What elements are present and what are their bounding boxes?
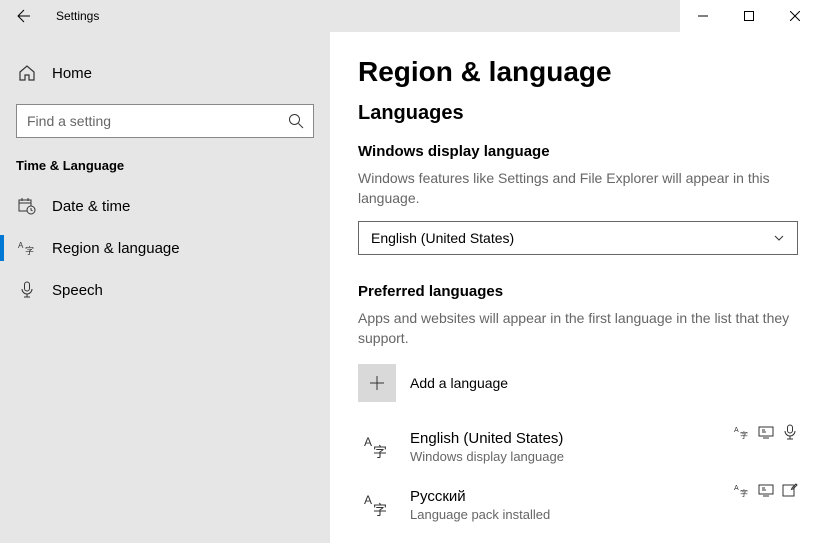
svg-text:字: 字 <box>25 245 34 256</box>
language-name: Русский <box>410 488 550 505</box>
speech-badge-icon <box>782 424 798 440</box>
maximize-button[interactable] <box>726 0 772 32</box>
calendar-clock-icon <box>16 197 38 215</box>
display-language-dropdown[interactable]: English (United States) <box>358 221 798 255</box>
svg-text:A: A <box>364 435 372 449</box>
display-language-title: Windows display language <box>358 143 790 160</box>
search-icon <box>288 113 304 129</box>
add-language-label: Add a language <box>410 375 508 391</box>
microphone-icon <box>16 281 38 299</box>
language-pack-badge-icon <box>758 482 774 498</box>
display-language-badge-icon: A字 <box>734 482 750 498</box>
svg-text:字: 字 <box>740 430 748 440</box>
handwriting-badge-icon <box>782 482 798 498</box>
window-controls <box>680 0 818 32</box>
display-language-badge-icon: A字 <box>734 424 750 440</box>
search-wrap <box>16 104 314 138</box>
home-icon <box>16 64 38 82</box>
svg-text:字: 字 <box>373 444 387 460</box>
search-input[interactable] <box>16 104 314 138</box>
add-language-button[interactable]: Add a language <box>358 364 790 402</box>
window-title: Settings <box>56 9 99 23</box>
display-language-desc: Windows features like Settings and File … <box>358 168 790 209</box>
arrow-left-icon <box>16 8 32 24</box>
sidebar-item-region-language[interactable]: A字 Region & language <box>0 227 330 269</box>
minimize-icon <box>698 11 708 21</box>
sidebar-item-date-time[interactable]: Date & time <box>0 185 330 227</box>
page-title: Region & language <box>358 56 790 88</box>
svg-text:A: A <box>18 241 24 250</box>
svg-text:字: 字 <box>373 502 387 518</box>
sidebar: Home Time & Language Date & time A字 Regi… <box>0 32 330 543</box>
sidebar-item-label: Speech <box>52 282 103 299</box>
sidebar-item-label: Region & language <box>52 240 180 257</box>
sidebar-category: Time & Language <box>0 158 330 185</box>
language-badges: A字 <box>734 424 798 440</box>
close-icon <box>790 11 800 21</box>
maximize-icon <box>744 11 754 21</box>
sidebar-item-speech[interactable]: Speech <box>0 269 330 311</box>
svg-text:字: 字 <box>740 488 748 498</box>
plus-icon <box>358 364 396 402</box>
preferred-languages-desc: Apps and websites will appear in the fir… <box>358 308 790 349</box>
sidebar-home-label: Home <box>52 65 92 82</box>
language-icon: A字 <box>16 239 38 257</box>
section-title: Languages <box>358 102 790 125</box>
language-sub: Language pack installed <box>410 507 550 522</box>
sidebar-home[interactable]: Home <box>0 56 330 90</box>
chevron-down-icon <box>773 232 785 244</box>
back-button[interactable] <box>0 8 48 24</box>
titlebar: Settings <box>0 0 818 32</box>
sidebar-item-label: Date & time <box>52 198 130 215</box>
preferred-languages-title: Preferred languages <box>358 283 790 300</box>
language-name: English (United States) <box>410 430 564 447</box>
minimize-button[interactable] <box>680 0 726 32</box>
language-item-english[interactable]: A字 English (United States) Windows displ… <box>358 418 798 476</box>
svg-text:A: A <box>364 493 372 507</box>
language-sub: Windows display language <box>410 449 564 464</box>
language-glyph-icon: A字 <box>358 428 396 466</box>
svg-text:A: A <box>734 427 739 434</box>
close-button[interactable] <box>772 0 818 32</box>
dropdown-value: English (United States) <box>371 230 514 246</box>
content: Region & language Languages Windows disp… <box>330 32 818 543</box>
language-glyph-icon: A字 <box>358 486 396 524</box>
language-pack-badge-icon <box>758 424 774 440</box>
language-item-russian[interactable]: A字 Русский Language pack installed A字 <box>358 476 798 534</box>
svg-text:A: A <box>734 485 739 492</box>
language-badges: A字 <box>734 482 798 498</box>
